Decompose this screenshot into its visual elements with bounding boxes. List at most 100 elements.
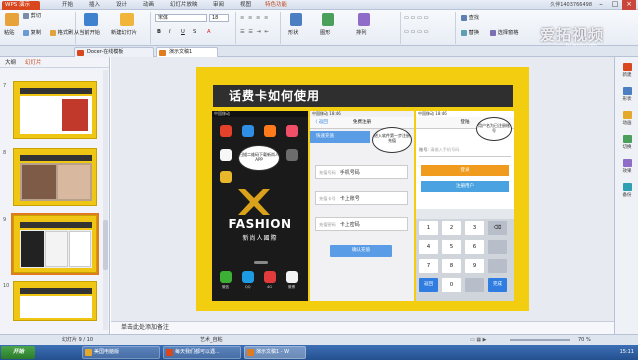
slide-thumbnail-9[interactable] <box>11 213 99 275</box>
start-button[interactable]: 开始 <box>1 346 35 359</box>
app-icon <box>286 125 298 137</box>
thumb-phone <box>45 231 68 267</box>
paragraph-align-group[interactable]: ≡ ≡ ≡ ≡ <box>240 14 269 22</box>
phone-status-bar: 中国移动 <box>212 111 308 117</box>
phone-screenshot-login: 中国移动 18:46 登陆 用户名为已注册账号 账号: 请输入手机号码 登录 注… <box>416 111 514 301</box>
rail-backup[interactable]: 备份 <box>615 183 638 198</box>
thumb-photo <box>62 99 88 131</box>
rail-effects[interactable]: 效果 <box>615 159 638 174</box>
arrange-button[interactable]: 排列 <box>356 29 366 37</box>
page-dots <box>254 261 268 264</box>
slide-thumbnail-10[interactable] <box>13 281 97 321</box>
current-slide[interactable]: 话费卡如何使用 中国移动 扫描二维码下载新尚人APP FASHION 新尚人國際… <box>196 67 529 311</box>
paste-button[interactable]: 粘贴 <box>4 29 14 37</box>
shape-icon[interactable] <box>290 13 302 26</box>
close-button[interactable]: × <box>622 0 636 10</box>
font-size-select[interactable]: 18 <box>209 14 229 22</box>
document-tabs: Docer-在线模板 演示文稿1 <box>0 46 638 57</box>
thumb-phone <box>69 231 91 267</box>
confirm-recharge-button: 确认充值 <box>330 245 392 257</box>
slide-thumbnail-8[interactable] <box>13 148 97 206</box>
backup-icon <box>622 183 632 191</box>
key: 5 <box>442 240 461 254</box>
rail-animation[interactable]: 动画 <box>615 111 638 126</box>
account-placeholder: 请输入手机号码 <box>430 147 460 152</box>
thumb-photo <box>22 165 56 199</box>
graphic-icon[interactable] <box>322 13 334 26</box>
tab-slides[interactable]: 幻灯片 <box>25 58 42 68</box>
view-buttons[interactable]: ▭ ▦ ▶ <box>470 335 486 345</box>
slide-title-bar: 话费卡如何使用 <box>213 85 513 107</box>
zoom-slider[interactable] <box>510 339 570 341</box>
dock-label: QQ <box>245 285 251 289</box>
italic-button[interactable]: I <box>169 28 171 36</box>
app-menu-button[interactable]: WPS 演示 <box>2 1 40 10</box>
thumb-title-bar <box>20 155 92 161</box>
slide-thumbnail-7[interactable] <box>13 81 97 139</box>
cut-button[interactable]: 剪切 <box>23 12 41 20</box>
find-button[interactable]: 查找 <box>461 14 479 22</box>
from-current-button[interactable]: 从当前开始 <box>74 29 100 37</box>
slide-number: 10 <box>3 283 10 289</box>
tab-review[interactable]: 审阅 <box>213 1 224 10</box>
docer-icon <box>77 50 84 56</box>
paste-icon[interactable] <box>5 13 19 26</box>
new-slide-button[interactable]: 新建幻灯片 <box>111 29 137 37</box>
play-icon[interactable] <box>84 13 98 26</box>
copy-button[interactable]: 复制 <box>23 29 41 37</box>
selection-pane-button[interactable]: 选择窗格 <box>490 29 518 37</box>
replace-button[interactable]: 替换 <box>461 29 479 37</box>
task-app-2[interactable]: 每天我们都可以遇... <box>163 346 241 359</box>
row-label: 充值号码 <box>319 170 336 175</box>
new-slide-icon[interactable] <box>120 13 134 26</box>
style-group[interactable]: ▭ ▭ ▭ ▭ <box>404 14 429 22</box>
account-name[interactable]: 久伴1403766498 <box>550 1 592 10</box>
tab-view[interactable]: 视图 <box>240 1 251 10</box>
notes-pane[interactable]: 单击此处添加备注 <box>111 321 614 334</box>
font-family-select[interactable]: 宋体 <box>155 14 207 22</box>
minimize-button[interactable]: – <box>594 0 608 10</box>
taskbar: 开始 美国电脑版 每天我们都可以遇... 演示文稿1 - W 15:11 <box>0 345 638 360</box>
tab-slideshow[interactable]: 幻灯片放映 <box>170 1 198 10</box>
slide-title[interactable]: 话费卡如何使用 <box>229 88 320 104</box>
tab-special-features[interactable]: 特色功能 <box>265 1 287 10</box>
rail-new[interactable]: 新建 <box>615 63 638 78</box>
format-painter-button[interactable]: 格式刷 <box>50 29 73 37</box>
slide-number: 7 <box>3 83 7 89</box>
wechat-icon <box>220 271 232 283</box>
key <box>488 240 507 254</box>
row-value: 卡上账号 <box>339 196 360 202</box>
tab-animation[interactable]: 动画 <box>143 1 154 10</box>
rail-transition[interactable]: 切换 <box>615 135 638 150</box>
panel-scrollbar[interactable] <box>103 70 108 330</box>
numeric-keyboard: 1 2 3 ⌫ 4 5 6 7 8 9 返回 0 完成 <box>416 209 514 301</box>
row-value: 手机号码 <box>339 170 360 176</box>
graphic-button[interactable]: 图形 <box>320 29 330 37</box>
tab-design[interactable]: 设计 <box>116 1 127 10</box>
maximize-button[interactable]: □ <box>608 0 622 10</box>
thumb-title-bar <box>20 288 92 294</box>
bold-button[interactable]: B <box>157 28 161 36</box>
list-group[interactable]: ☰ ☰ ⇥ ⇤ <box>240 28 270 36</box>
shape-button[interactable]: 形状 <box>288 29 298 37</box>
style-group-2[interactable]: ▭ ▭ ▭ ▭ <box>404 28 429 36</box>
rail-shape[interactable]: 形状 <box>615 87 638 102</box>
back-link: 〈 返回 <box>313 120 328 125</box>
tab-insert[interactable]: 插入 <box>89 1 100 10</box>
font-color-button[interactable]: A <box>207 28 211 36</box>
shape-icon <box>622 87 632 95</box>
arrange-icon[interactable] <box>358 13 370 26</box>
task-wps-presentation[interactable]: 演示文稿1 - W <box>244 346 306 359</box>
zoom-level[interactable]: 70 % <box>578 335 591 345</box>
task-app-1[interactable]: 美国电脑版 <box>82 346 160 359</box>
shadow-button[interactable]: S <box>193 28 196 36</box>
underline-button[interactable]: U <box>181 28 185 36</box>
clock[interactable]: 15:11 <box>620 345 634 360</box>
tab-presentation-1[interactable]: 演示文稿1 <box>156 47 218 57</box>
tab-docer-templates[interactable]: Docer-在线模板 <box>74 47 154 57</box>
tab-outline[interactable]: 大纲 <box>5 58 16 68</box>
scissors-icon <box>23 12 29 19</box>
tab-home[interactable]: 开始 <box>62 1 73 10</box>
scrollbar-thumb[interactable] <box>103 220 108 270</box>
ribbon-divider <box>280 12 281 44</box>
